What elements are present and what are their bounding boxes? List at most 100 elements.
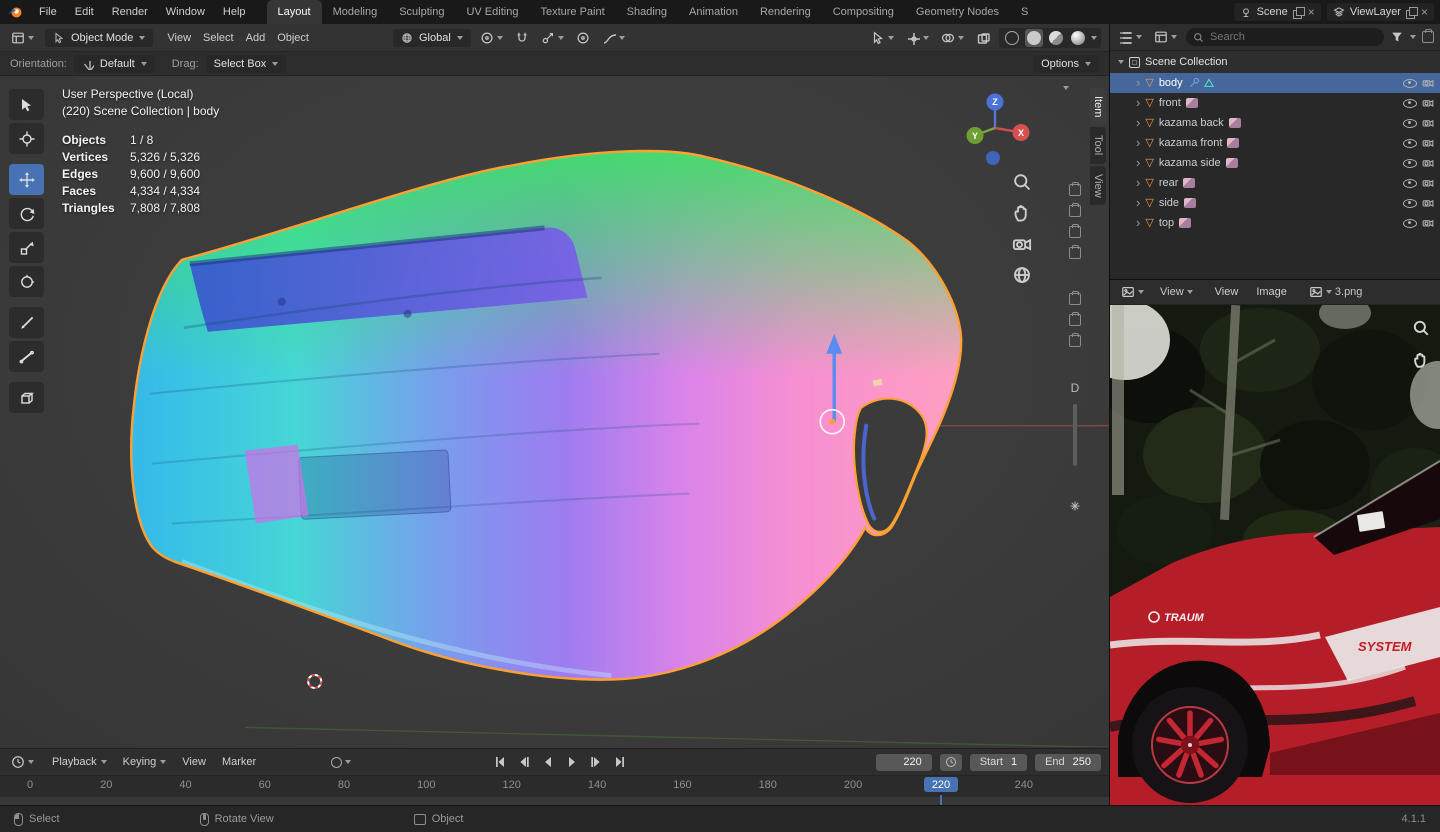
sidebar-tab[interactable]: View xyxy=(1090,166,1106,206)
mode-dropdown[interactable]: Object Mode xyxy=(45,29,153,47)
expand-chevron-icon[interactable]: › xyxy=(1136,158,1140,168)
auto-keying-toggle[interactable] xyxy=(331,757,351,768)
timeline-menu-item[interactable]: Marker xyxy=(215,756,263,768)
start-frame-field[interactable]: Start 1 xyxy=(970,754,1027,771)
outliner-row[interactable]: › ▽ kazama side xyxy=(1110,153,1440,173)
clipboard-icon[interactable] xyxy=(1069,293,1081,305)
hide-in-viewport-icon[interactable] xyxy=(1403,139,1417,148)
object-name[interactable]: kazama back xyxy=(1159,117,1224,129)
clipboard-icon[interactable] xyxy=(1069,314,1081,326)
disable-in-renders-icon[interactable] xyxy=(1422,177,1434,189)
display-mode-button[interactable] xyxy=(1151,28,1180,46)
image-pan-icon[interactable] xyxy=(1412,351,1430,369)
timeline-ruler[interactable]: 020406080100120140160180200220240 220 xyxy=(0,775,1109,805)
orientation-dropdown[interactable]: Global xyxy=(393,29,471,47)
sidebar-tab[interactable]: Item xyxy=(1090,88,1106,125)
new-viewlayer-icon[interactable] xyxy=(1406,7,1416,17)
image-view-mode-dropdown[interactable]: View xyxy=(1157,284,1196,300)
selectability-dropdown[interactable] xyxy=(868,29,897,47)
workspace-tab[interactable]: Animation xyxy=(678,0,749,24)
drag-dropdown[interactable]: Select Box xyxy=(206,55,287,73)
play-reverse-button[interactable] xyxy=(537,753,559,771)
snap-settings[interactable] xyxy=(538,29,567,47)
editor-type-button[interactable] xyxy=(8,29,37,47)
remove-viewlayer-icon[interactable]: × xyxy=(1421,5,1428,19)
menu-item[interactable]: Render xyxy=(103,0,157,24)
playhead[interactable]: 220 xyxy=(924,777,958,805)
workspace-tab[interactable]: Shading xyxy=(616,0,678,24)
disable-in-renders-icon[interactable] xyxy=(1422,217,1434,229)
car-model[interactable] xyxy=(118,134,973,693)
show-overlays-dropdown[interactable] xyxy=(938,29,967,47)
disable-in-renders-icon[interactable] xyxy=(1422,77,1434,89)
viewport-menu-item[interactable]: Object xyxy=(271,26,315,50)
filter-caret-icon[interactable] xyxy=(1410,35,1416,39)
options-dropdown[interactable]: Options xyxy=(1033,55,1099,73)
add-cube-tool[interactable] xyxy=(9,382,44,413)
expand-chevron-icon[interactable]: › xyxy=(1136,98,1140,108)
disable-in-renders-icon[interactable] xyxy=(1422,197,1434,209)
timeline-menu-item[interactable]: View xyxy=(175,756,213,768)
object-name[interactable]: kazama front xyxy=(1159,137,1223,149)
proportional-falloff[interactable] xyxy=(599,29,628,47)
xray-toggle[interactable] xyxy=(973,29,993,47)
transform-tool[interactable] xyxy=(9,266,44,297)
hide-in-viewport-icon[interactable] xyxy=(1403,159,1417,168)
object-name[interactable]: kazama side xyxy=(1159,157,1221,169)
outliner-editor-type-button[interactable] xyxy=(1116,28,1145,46)
object-name[interactable]: top xyxy=(1159,217,1174,229)
outliner-row[interactable]: › ▽ side xyxy=(1110,193,1440,213)
hide-in-viewport-icon[interactable] xyxy=(1403,199,1417,208)
timeline-menu-item[interactable]: Keying xyxy=(116,756,174,768)
disable-in-renders-icon[interactable] xyxy=(1422,137,1434,149)
scene-selector[interactable]: Scene × xyxy=(1234,3,1321,21)
hide-in-viewport-icon[interactable] xyxy=(1403,79,1417,88)
workspace-tab[interactable]: UV Editing xyxy=(455,0,529,24)
disable-in-renders-icon[interactable] xyxy=(1422,157,1434,169)
clipboard-icon[interactable] xyxy=(1069,205,1081,217)
orientation-setting-dropdown[interactable]: Default xyxy=(74,55,155,73)
shading-rendered-button[interactable] xyxy=(1069,29,1087,47)
move-tool[interactable] xyxy=(9,164,44,195)
expand-chevron-icon[interactable]: › xyxy=(1136,118,1140,128)
workspace-tab[interactable]: Rendering xyxy=(749,0,822,24)
end-frame-field[interactable]: End 250 xyxy=(1035,754,1101,771)
new-collection-icon[interactable] xyxy=(1422,31,1434,43)
image-selector[interactable]: 3.png xyxy=(1306,283,1366,301)
viewport-menu-item[interactable]: View xyxy=(161,26,197,50)
image-zoom-icon[interactable] xyxy=(1412,319,1430,337)
expand-chevron-icon[interactable]: › xyxy=(1136,138,1140,148)
blender-logo-icon[interactable] xyxy=(0,0,30,24)
panel-scrollbar[interactable] xyxy=(1073,404,1077,466)
snap-toggle[interactable] xyxy=(512,29,532,47)
object-name[interactable]: side xyxy=(1159,197,1179,209)
select-box-tool[interactable] xyxy=(9,89,44,120)
annotate-tool[interactable] xyxy=(9,307,44,338)
clipboard-icon[interactable] xyxy=(1069,226,1081,238)
expand-chevron-icon[interactable]: › xyxy=(1136,198,1140,208)
jump-to-start-button[interactable] xyxy=(489,753,511,771)
play-button[interactable] xyxy=(561,753,583,771)
menu-item[interactable]: Edit xyxy=(66,0,103,24)
workspace-tab[interactable]: Texture Paint xyxy=(529,0,615,24)
cursor-tool[interactable] xyxy=(9,123,44,154)
hide-in-viewport-icon[interactable] xyxy=(1403,219,1417,228)
camera-view-icon[interactable] xyxy=(1012,234,1032,254)
clipboard-icon[interactable] xyxy=(1069,184,1081,196)
outliner-row[interactable]: › ▽ kazama back xyxy=(1110,113,1440,133)
workspace-tab[interactable]: Layout xyxy=(267,0,322,24)
scene-collection-row[interactable]: Scene Collection xyxy=(1110,51,1440,73)
hide-in-viewport-icon[interactable] xyxy=(1403,179,1417,188)
clipboard-icon[interactable] xyxy=(1069,335,1081,347)
shading-solid-button[interactable] xyxy=(1025,29,1043,47)
workspace-tab[interactable]: Modeling xyxy=(322,0,389,24)
proportional-edit-toggle[interactable] xyxy=(573,29,593,47)
current-frame-field[interactable]: 220 xyxy=(876,754,932,771)
image-editor-menu-item[interactable]: View xyxy=(1206,280,1248,304)
outliner-row[interactable]: › ▽ body xyxy=(1110,73,1440,93)
asterisk-icon[interactable] xyxy=(1069,500,1081,512)
jump-to-end-button[interactable] xyxy=(609,753,631,771)
viewport-collapse-icon[interactable] xyxy=(1063,86,1069,90)
object-name[interactable]: front xyxy=(1159,97,1181,109)
workspace-tab[interactable]: S xyxy=(1010,0,1039,24)
